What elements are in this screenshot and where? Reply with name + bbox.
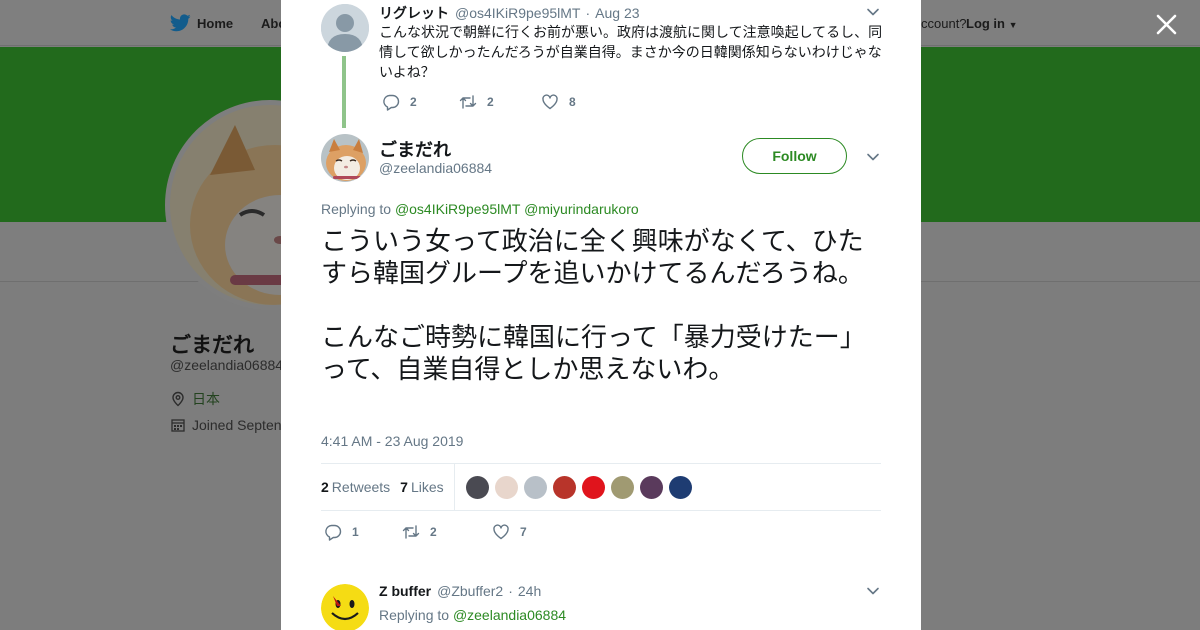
liker-avatar[interactable] xyxy=(639,475,663,499)
close-modal-icon[interactable] xyxy=(1154,12,1179,37)
profile-joined: Joined Septen xyxy=(170,417,282,433)
profile-name: ごまだれ xyxy=(170,334,254,357)
twitter-bird-icon[interactable] xyxy=(170,14,191,32)
tweet-timestamp[interactable]: 4:41 AM - 23 Aug 2019 xyxy=(321,433,463,449)
retweets-stat-count: 2 xyxy=(321,479,329,495)
parent-tweet-header: リグレット @os4IKiR9pe95lMT · Aug 23 xyxy=(379,3,640,23)
tweet-paragraph: こんなご時勢に韓国に行って「暴力受けたー」って、自業自得としか思えないわ。 xyxy=(321,323,866,385)
parent-tweet-date[interactable]: Aug 23 xyxy=(595,5,639,21)
retweet-icon xyxy=(459,95,477,109)
retweet-count: 2 xyxy=(487,95,494,109)
parent-tweet-separator: · xyxy=(585,5,591,21)
likes-stat-label: Likes xyxy=(410,479,444,495)
main-tweet-actions: 1 2 7 xyxy=(324,523,527,541)
chevron-down-icon[interactable] xyxy=(866,5,880,19)
reply-tweet-author-name[interactable]: Z buffer xyxy=(379,583,431,599)
reply-tweet-separator: · xyxy=(508,583,513,599)
reply-icon xyxy=(325,524,342,541)
main-tweet-avatar[interactable] xyxy=(321,134,369,182)
likers-avatar-list xyxy=(465,475,692,499)
retweet-button[interactable]: 2 xyxy=(459,93,541,111)
heart-icon xyxy=(493,524,509,540)
likes-stat-count: 7 xyxy=(400,479,408,495)
default-avatar-image xyxy=(321,4,369,52)
main-tweet-author-name[interactable]: ごまだれ xyxy=(379,136,451,162)
liker-avatar[interactable] xyxy=(668,475,692,499)
smiley-avatar-image xyxy=(321,584,369,630)
reply-tweet-date[interactable]: 24h xyxy=(518,583,541,599)
like-button[interactable]: 7 xyxy=(492,523,527,541)
retweets-stat-label: Retweets xyxy=(331,479,391,495)
follow-button[interactable]: Follow xyxy=(742,138,847,174)
retweet-button[interactable]: 2 xyxy=(402,523,492,541)
reply-button[interactable]: 2 xyxy=(382,93,459,111)
replying-to-user-link[interactable]: @miyurindarukoro xyxy=(524,201,639,217)
calendar-icon xyxy=(171,419,185,432)
account-prompt-text: ccount? xyxy=(921,16,967,31)
liker-avatar[interactable] xyxy=(494,475,518,499)
thread-connector-line xyxy=(342,56,346,128)
replying-to-prefix: Replying to xyxy=(379,607,450,623)
parent-tweet-author-handle[interactable]: @os4IKiR9pe95lMT xyxy=(455,5,581,21)
replying-to-user-link[interactable]: @os4IKiR9pe95lMT xyxy=(395,201,520,217)
chevron-down-icon[interactable] xyxy=(866,150,880,164)
caret-down-icon: ▼ xyxy=(1008,20,1018,30)
replying-to-prefix: Replying to xyxy=(321,201,392,217)
like-button[interactable]: 8 xyxy=(541,93,576,111)
liker-avatar[interactable] xyxy=(465,475,489,499)
liker-avatar[interactable] xyxy=(581,475,605,499)
reply-tweet-avatar[interactable] xyxy=(321,584,369,630)
login-link[interactable]: Log in ▼ xyxy=(966,16,1018,31)
heart-icon xyxy=(542,94,558,110)
liker-avatar[interactable] xyxy=(610,475,634,499)
reply-icon xyxy=(383,94,400,111)
likes-stat[interactable]: 7 Likes xyxy=(400,479,443,495)
reply-tweet-author-handle[interactable]: @Zbuffer2 xyxy=(437,583,503,599)
like-count: 7 xyxy=(520,525,527,539)
retweet-count: 2 xyxy=(430,525,437,539)
tweet-permalink-modal: リグレット @os4IKiR9pe95lMT · Aug 23 こんな状況で朝鮮… xyxy=(281,0,921,630)
tweet-stats: 2 Retweets 7 Likes xyxy=(321,463,881,511)
parent-tweet-text: こんな状況で朝鮮に行くお前が悪い。政府は渡航に関して注意喚起してるし、同情して欲… xyxy=(379,24,883,80)
liker-avatar[interactable] xyxy=(552,475,576,499)
tweet-paragraph: こういう女って政治に全く興味がなくて、ひたすら韓国グループを追いかけてるんだろう… xyxy=(321,227,864,289)
nav-home-link[interactable]: Home xyxy=(197,16,233,31)
stats-divider xyxy=(453,464,455,510)
reply-count: 2 xyxy=(410,95,417,109)
reply-count: 1 xyxy=(352,525,359,539)
retweets-stat[interactable]: 2 Retweets xyxy=(321,479,390,495)
profile-handle: @zeelandia06884 xyxy=(170,357,284,373)
location-pin-icon xyxy=(172,391,184,407)
parent-tweet-author-name[interactable]: リグレット xyxy=(379,3,449,23)
replying-to-user-link[interactable]: @zeelandia06884 xyxy=(453,607,566,623)
retweet-icon xyxy=(402,525,420,539)
reply-replying-to: Replying to @zeelandia06884 xyxy=(379,607,566,623)
chevron-down-icon[interactable] xyxy=(866,584,880,598)
profile-joined-text: Joined Septen xyxy=(192,417,282,433)
parent-tweet-actions: 2 2 8 xyxy=(382,93,576,111)
replying-to: Replying to @os4IKiR9pe95lMT @miyurindar… xyxy=(321,201,639,217)
reply-button[interactable]: 1 xyxy=(324,523,402,541)
reply-tweet-header: Z buffer @Zbuffer2 · 24h xyxy=(379,583,541,599)
parent-tweet-avatar[interactable] xyxy=(321,4,369,52)
main-tweet-text: こういう女って政治に全く興味がなくて、ひたすら韓国グループを追いかけてるんだろう… xyxy=(321,226,886,386)
login-label: Log in xyxy=(966,16,1005,31)
profile-location-text[interactable]: 日本 xyxy=(192,389,220,409)
cat-avatar-image xyxy=(321,134,369,182)
like-count: 8 xyxy=(569,95,576,109)
main-tweet-author-handle[interactable]: @zeelandia06884 xyxy=(379,160,492,176)
liker-avatar[interactable] xyxy=(523,475,547,499)
profile-location: 日本 xyxy=(170,389,220,409)
